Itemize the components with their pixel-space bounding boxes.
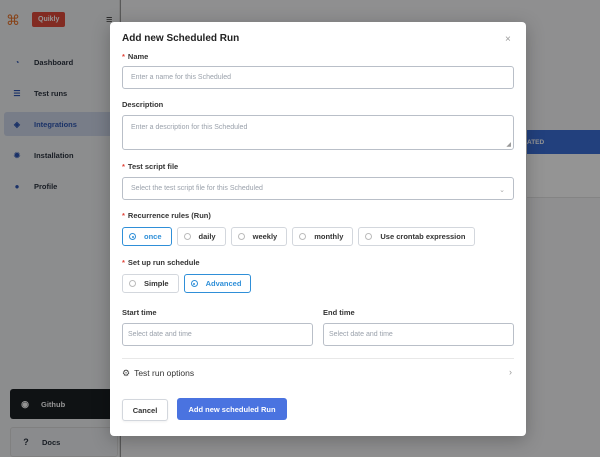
option-label: once: [144, 232, 162, 241]
recurrence-option-daily[interactable]: daily: [176, 227, 226, 246]
name-label-text: Name: [127, 52, 149, 61]
chevron-right-icon: ›: [509, 367, 512, 377]
chevron-down-icon: ⌄: [499, 187, 505, 194]
test-script-placeholder: Select the test script file for this Sch…: [131, 185, 263, 192]
radio-icon: [183, 233, 191, 240]
name-label: * Name: [122, 52, 148, 61]
resize-handle-icon[interactable]: ◢: [506, 141, 511, 148]
schedule-label: * Set up run schedule: [122, 258, 200, 267]
start-time-label: Start time: [122, 308, 157, 317]
recurrence-option-once[interactable]: once: [122, 227, 172, 246]
add-scheduled-run-button[interactable]: Add new scheduled Run: [177, 398, 287, 420]
recurrence-option-monthly[interactable]: monthly: [292, 227, 354, 246]
test-run-options-label: Test run options: [134, 368, 195, 378]
divider: [122, 358, 514, 359]
option-label: Advanced: [205, 279, 242, 288]
test-script-label-text: Test script file: [127, 162, 179, 171]
radio-icon: [129, 280, 136, 287]
radio-icon: [365, 233, 373, 240]
end-time-picker[interactable]: Select date and time: [323, 323, 514, 346]
option-label: weekly: [252, 232, 278, 241]
schedule-options: Simple Advanced: [122, 274, 256, 293]
end-time-label: End time: [323, 308, 355, 317]
radio-icon: [237, 233, 245, 240]
required-marker: *: [122, 52, 125, 61]
required-marker: *: [122, 162, 125, 171]
recurrence-option-crontab[interactable]: Use crontab expression: [358, 227, 476, 246]
radio-icon: [190, 280, 198, 287]
close-icon[interactable]: ×: [505, 34, 511, 45]
schedule-option-simple[interactable]: Simple: [122, 274, 179, 293]
option-label: daily: [198, 232, 216, 241]
start-time-picker[interactable]: Select date and time: [122, 323, 313, 346]
name-input[interactable]: Enter a name for this Scheduled: [122, 66, 514, 89]
description-placeholder: Enter a description for this Scheduled: [131, 124, 248, 131]
radio-icon: [129, 233, 136, 240]
start-time-placeholder: Select date and time: [128, 331, 192, 338]
settings-icon: ⚙: [122, 367, 131, 378]
end-time-placeholder: Select date and time: [329, 331, 393, 338]
test-script-select[interactable]: Select the test script file for this Sch…: [122, 177, 514, 200]
recurrence-options: once daily weekly monthly Use crontab ex…: [122, 227, 480, 246]
schedule-label-text: Set up run schedule: [127, 258, 200, 267]
required-marker: *: [122, 211, 125, 220]
radio-icon: [299, 233, 307, 240]
description-label: Description: [122, 100, 164, 109]
name-placeholder: Enter a name for this Scheduled: [131, 74, 232, 81]
cancel-button[interactable]: Cancel: [122, 399, 168, 421]
modal-title: Add new Scheduled Run: [122, 33, 240, 44]
recurrence-label-text: Recurrence rules (Run): [127, 211, 211, 220]
description-textarea[interactable]: Enter a description for this Scheduled ◢: [122, 115, 514, 150]
test-run-options-toggle[interactable]: ⚙ Test run options ›: [122, 366, 514, 380]
recurrence-label: * Recurrence rules (Run): [122, 211, 211, 220]
option-label: monthly: [314, 232, 344, 241]
test-script-label: * Test script file: [122, 162, 178, 171]
scheduled-run-modal: Add new Scheduled Run × * Name Enter a na…: [110, 22, 526, 436]
recurrence-option-weekly[interactable]: weekly: [230, 227, 288, 246]
schedule-option-advanced[interactable]: Advanced: [183, 274, 252, 293]
required-marker: *: [122, 258, 125, 267]
option-label: Use crontab expression: [380, 232, 466, 241]
option-label: Simple: [144, 279, 169, 288]
